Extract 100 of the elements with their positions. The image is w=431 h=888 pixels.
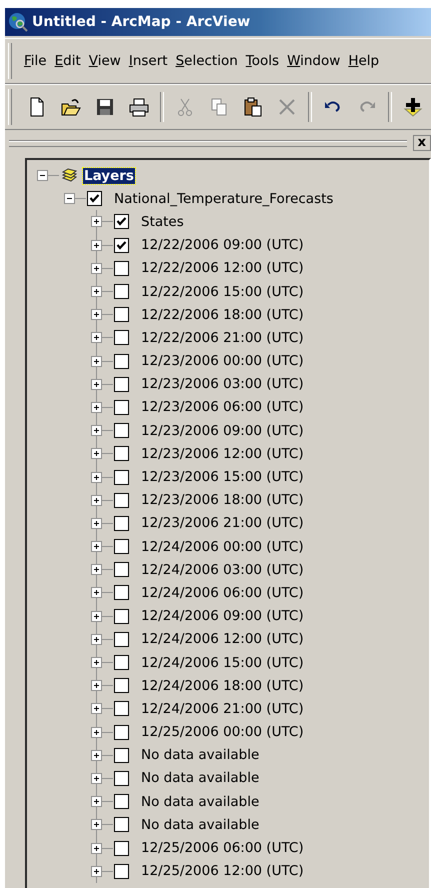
plus-box-icon[interactable] [91, 356, 102, 367]
plus-box-icon[interactable] [91, 472, 102, 483]
layer-label[interactable]: No data available [140, 816, 260, 833]
checkbox[interactable] [114, 701, 129, 716]
checkbox[interactable] [114, 655, 129, 670]
checkbox[interactable] [114, 423, 129, 438]
layer-label[interactable]: 12/23/2006 12:00 (UTC) [140, 446, 305, 462]
menu-item[interactable]: File [20, 53, 51, 69]
layer-label[interactable]: 12/23/2006 03:00 (UTC) [140, 376, 305, 392]
checkbox[interactable] [114, 724, 129, 740]
menu-item[interactable]: Window [283, 53, 344, 69]
menu-item[interactable]: Help [344, 53, 384, 69]
plus-box-icon[interactable] [91, 425, 102, 436]
plus-box-icon[interactable] [91, 796, 102, 808]
save-icon[interactable] [95, 97, 115, 117]
checkbox[interactable] [114, 354, 129, 369]
plus-box-icon[interactable] [91, 726, 102, 738]
layer-label[interactable]: 12/25/2006 06:00 (UTC) [140, 840, 305, 856]
checkbox[interactable] [114, 284, 129, 300]
menu-item[interactable]: Tools [242, 53, 284, 69]
checkbox[interactable] [114, 260, 129, 276]
layer-label[interactable]: 12/23/2006 15:00 (UTC) [140, 469, 305, 486]
layer-label[interactable]: 12/23/2006 06:00 (UTC) [140, 399, 305, 416]
checkbox[interactable] [114, 492, 129, 508]
layer-label[interactable]: National_Temperature_Forecasts [113, 190, 334, 207]
checkbox[interactable] [114, 562, 129, 578]
layer-label[interactable]: 12/24/2006 09:00 (UTC) [140, 608, 305, 624]
plus-box-icon[interactable] [91, 564, 102, 576]
checkbox[interactable] [114, 770, 129, 786]
layer-label[interactable]: 12/22/2006 15:00 (UTC) [140, 284, 305, 300]
clipboard-icon[interactable] [243, 97, 263, 117]
checkbox[interactable] [87, 191, 102, 206]
layer-label[interactable]: 12/24/2006 06:00 (UTC) [140, 584, 305, 601]
plus-box-icon[interactable] [91, 402, 102, 413]
layer-label[interactable]: 12/22/2006 09:00 (UTC) [140, 237, 305, 254]
layer-label[interactable]: No data available [140, 794, 260, 810]
checkbox[interactable] [114, 794, 129, 810]
checkbox[interactable] [114, 864, 129, 879]
checkbox[interactable] [114, 632, 129, 647]
layer-label[interactable]: No data available [140, 747, 260, 764]
plus-box-icon[interactable] [91, 518, 102, 529]
layer-label[interactable]: 12/23/2006 09:00 (UTC) [140, 422, 305, 439]
plus-box-icon[interactable] [91, 610, 102, 622]
checkbox[interactable] [114, 840, 129, 856]
checkbox[interactable] [114, 307, 129, 322]
plus-box-icon[interactable] [91, 772, 102, 784]
checkbox[interactable] [114, 446, 129, 462]
checkbox[interactable] [114, 238, 129, 253]
layer-label[interactable]: 12/23/2006 18:00 (UTC) [140, 492, 305, 508]
plus-box-icon[interactable] [91, 842, 102, 854]
layer-label[interactable]: States [140, 214, 185, 230]
layer-label[interactable]: 12/22/2006 12:00 (UTC) [140, 260, 305, 276]
close-button[interactable]: x [412, 135, 431, 151]
plus-box-icon[interactable] [91, 866, 102, 877]
plus-box-icon[interactable] [91, 703, 102, 714]
layer-label[interactable]: 12/24/2006 21:00 (UTC) [140, 700, 305, 717]
layer-label[interactable]: 12/23/2006 00:00 (UTC) [140, 353, 305, 370]
checkbox[interactable] [114, 330, 129, 346]
layer-label[interactable]: 12/24/2006 03:00 (UTC) [140, 562, 305, 578]
layer-label[interactable]: No data available [140, 770, 260, 786]
plus-box-icon[interactable] [91, 494, 102, 506]
checkbox[interactable] [114, 748, 129, 763]
menu-item[interactable]: Selection [172, 53, 242, 69]
layer-label[interactable]: 12/22/2006 18:00 (UTC) [140, 306, 305, 323]
layer-label[interactable]: 12/25/2006 00:00 (UTC) [140, 724, 305, 740]
plus-box-icon[interactable] [91, 750, 102, 761]
checkbox[interactable] [114, 817, 129, 832]
checkbox[interactable] [114, 585, 129, 600]
plus-box-icon[interactable] [91, 216, 102, 228]
checkbox[interactable] [114, 678, 129, 694]
plus-box-icon[interactable] [91, 378, 102, 390]
minus-box-icon[interactable] [64, 193, 75, 204]
layer-label[interactable]: 12/24/2006 18:00 (UTC) [140, 678, 305, 694]
minus-box-icon[interactable] [37, 170, 48, 182]
layer-label[interactable]: 12/24/2006 12:00 (UTC) [140, 631, 305, 648]
plus-box-icon[interactable] [91, 819, 102, 830]
checkbox[interactable] [114, 214, 129, 230]
checkbox[interactable] [114, 516, 129, 531]
plus-box-icon[interactable] [91, 541, 102, 552]
menu-item[interactable]: Edit [50, 53, 85, 69]
plus-box-icon[interactable] [91, 587, 102, 598]
printer-icon[interactable] [129, 97, 149, 117]
layer-label[interactable]: 12/22/2006 21:00 (UTC) [140, 330, 305, 346]
menu-item[interactable]: View [84, 53, 125, 69]
layer-label[interactable]: 12/24/2006 00:00 (UTC) [140, 538, 305, 555]
open-folder-icon[interactable] [61, 97, 81, 117]
layer-label[interactable]: 12/23/2006 21:00 (UTC) [140, 515, 305, 532]
plus-box-icon[interactable] [91, 657, 102, 668]
checkbox[interactable] [114, 539, 129, 554]
menu-item[interactable]: Insert [124, 53, 172, 69]
plus-box-icon[interactable] [91, 286, 102, 298]
checkbox[interactable] [114, 400, 129, 415]
plus-icon[interactable] [403, 97, 423, 117]
plus-box-icon[interactable] [91, 680, 102, 692]
plus-box-icon[interactable] [91, 634, 102, 645]
plus-box-icon[interactable] [91, 332, 102, 344]
plus-box-icon[interactable] [91, 309, 102, 320]
layer-label[interactable]: 12/24/2006 15:00 (UTC) [140, 654, 305, 671]
plus-box-icon[interactable] [91, 448, 102, 460]
checkbox[interactable] [114, 470, 129, 485]
